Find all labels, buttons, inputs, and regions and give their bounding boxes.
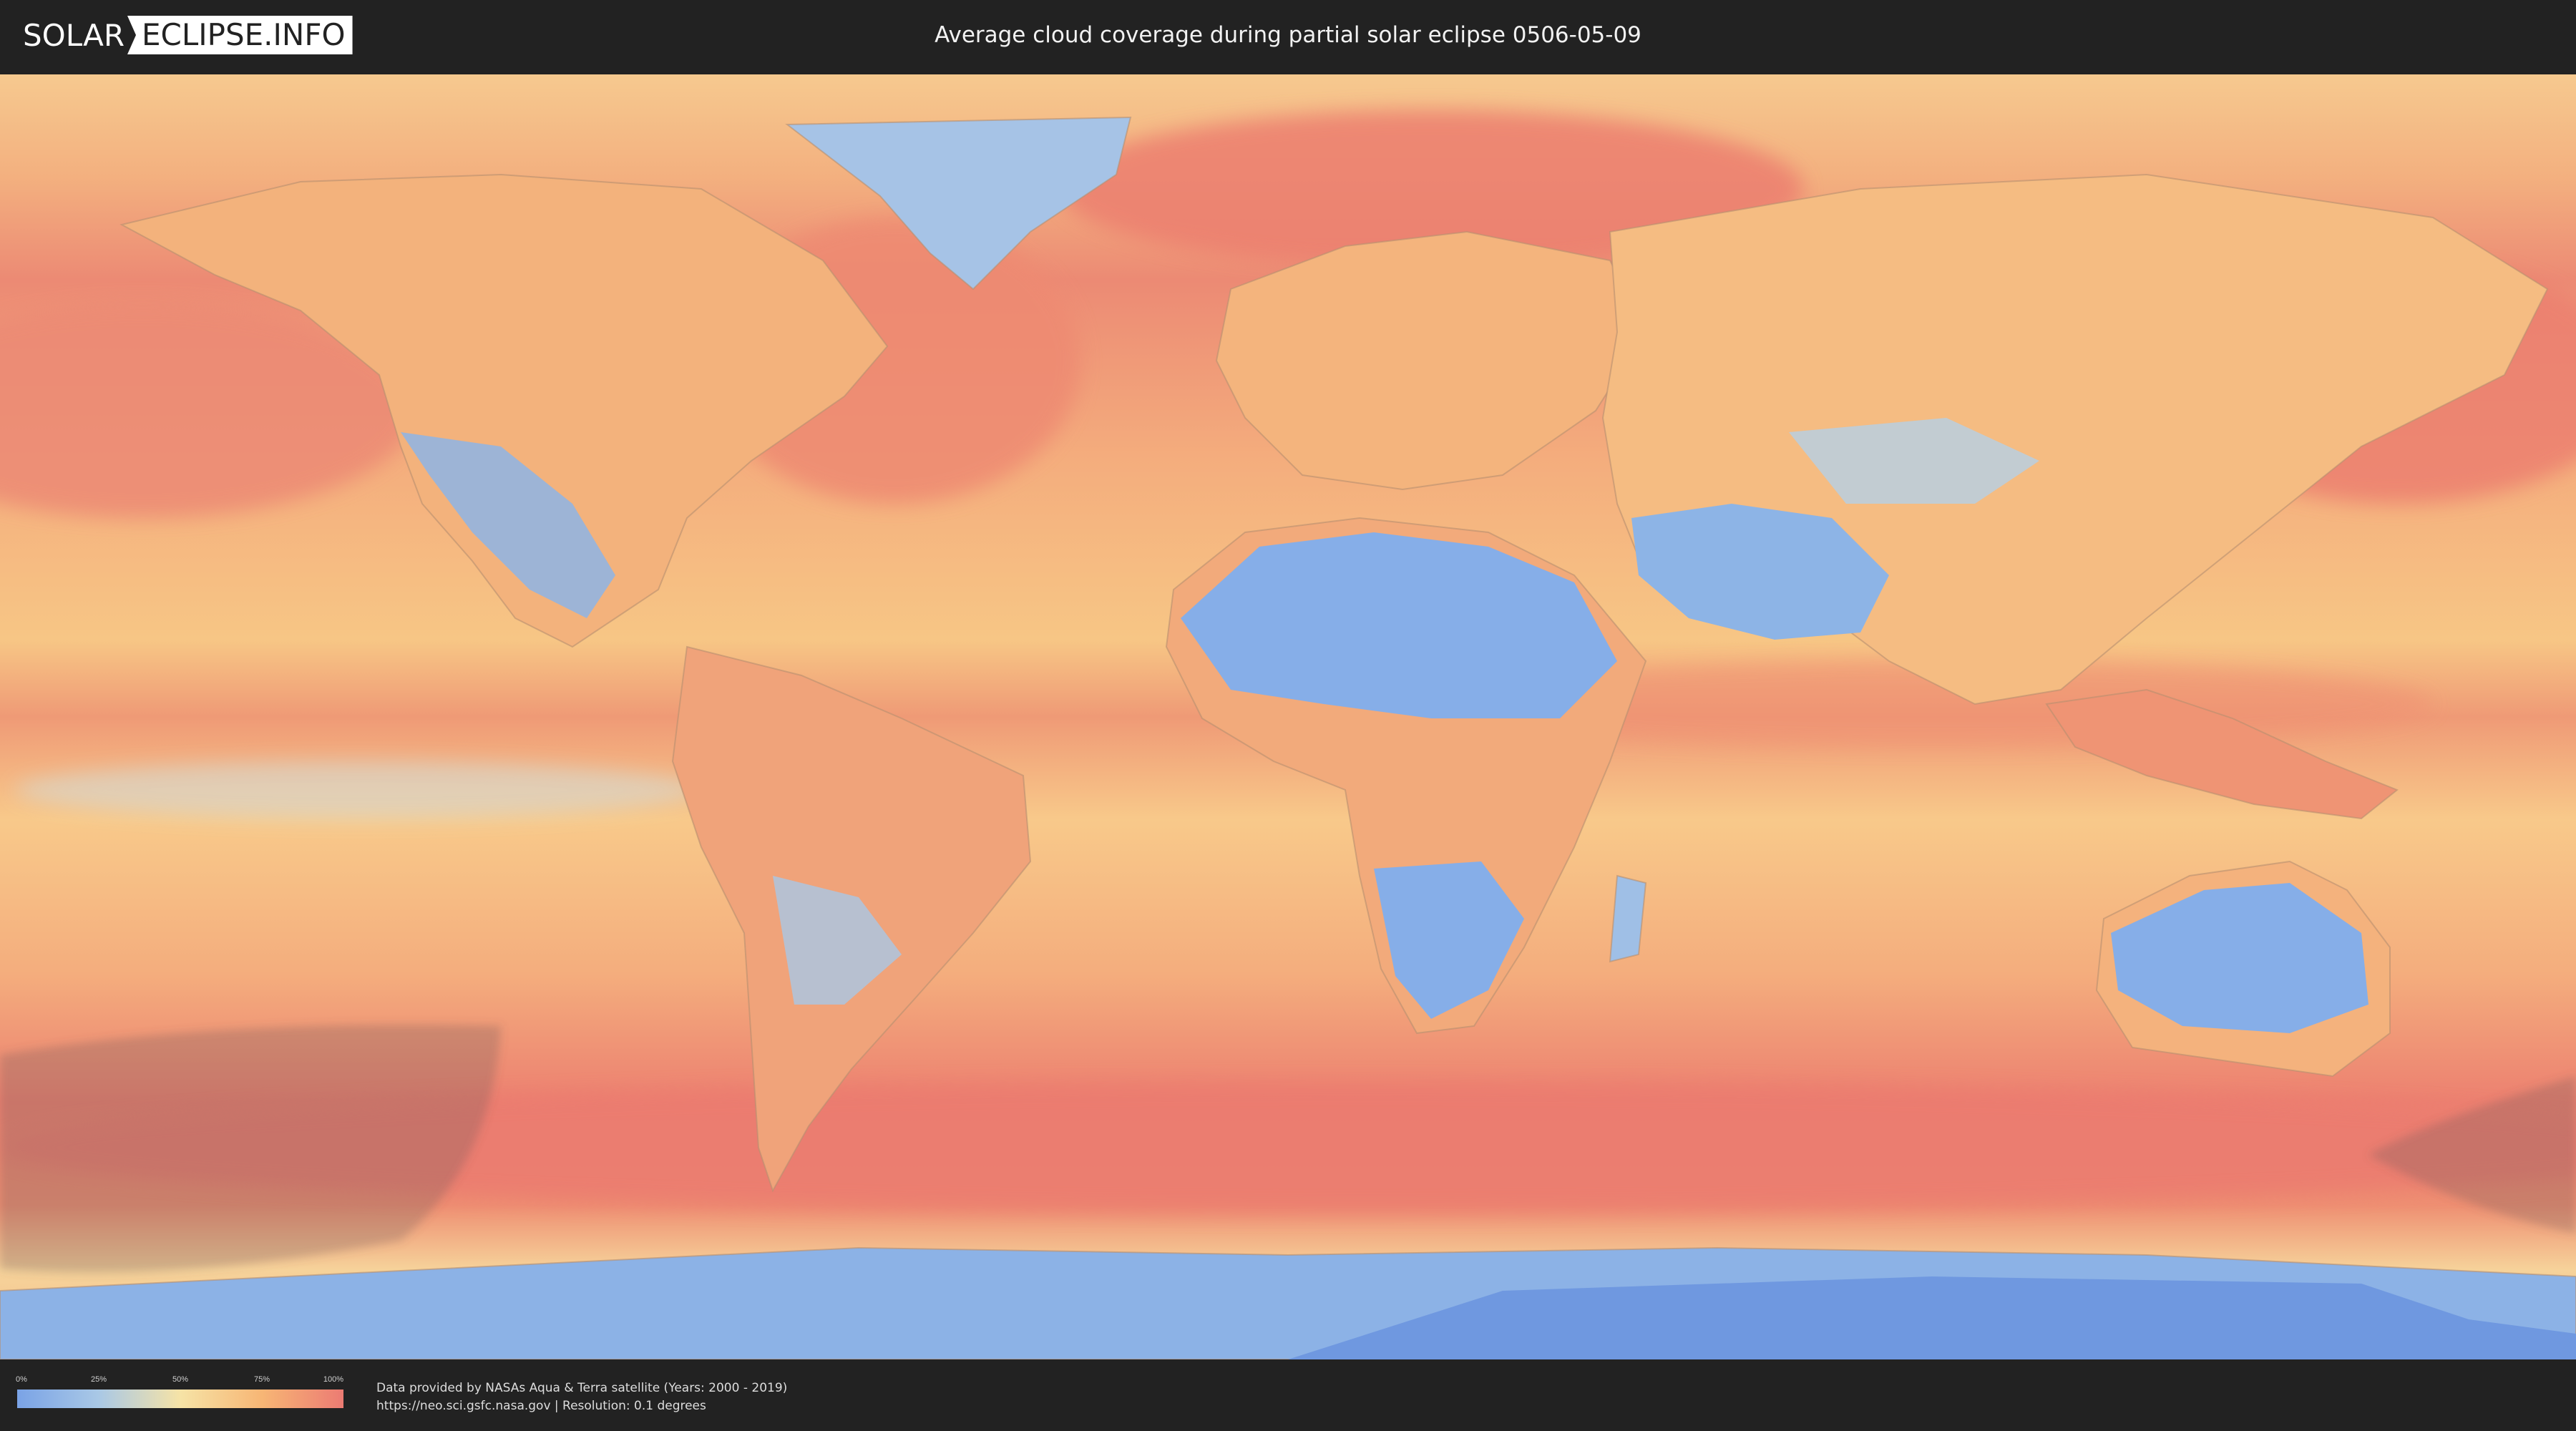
legend-tick-75: 75% [253,1375,270,1384]
cloud-coverage-legend: 0% 25% 50% 75% 100% [16,1375,344,1415]
legend-color-scale [17,1390,343,1408]
footer-bar: 0% 25% 50% 75% 100% Data provided by NAS… [0,1359,2576,1431]
header-bar: SOLAR ECLIPSE.INFO Average cloud coverag… [0,0,2576,72]
cloud-coverage-world-map[interactable] [0,74,2576,1359]
legend-tick-0: 0% [16,1375,27,1384]
credits-line-1: Data provided by NASAs Aqua & Terra sate… [376,1381,788,1395]
legend-tick-50: 50% [172,1375,189,1384]
legend-tick-25: 25% [90,1375,107,1384]
credits-line-2[interactable]: https://neo.sci.gsfc.nasa.gov | Resoluti… [376,1397,787,1415]
legend-tick-100: 100% [323,1375,344,1384]
page-title: Average cloud coverage during partial so… [935,22,1641,48]
data-credits: Data provided by NASAs Aqua & Terra sate… [376,1379,787,1415]
map-frame [0,74,2576,1359]
